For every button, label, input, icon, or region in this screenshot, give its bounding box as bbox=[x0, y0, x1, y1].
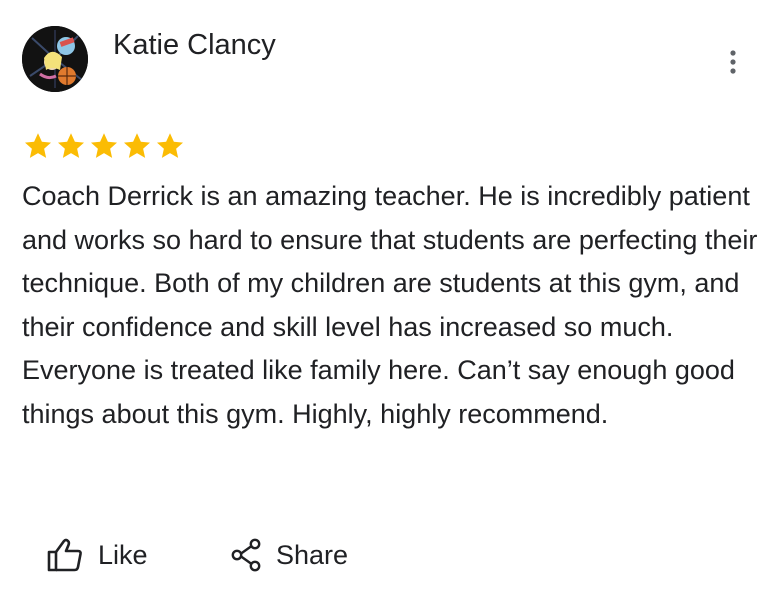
share-label: Share bbox=[276, 539, 349, 570]
share-icon bbox=[231, 538, 261, 572]
like-label: Like bbox=[98, 539, 148, 570]
star-icon bbox=[58, 133, 84, 158]
star-icon bbox=[157, 133, 183, 158]
star-icon bbox=[91, 133, 117, 158]
star-rating bbox=[22, 131, 186, 161]
avatar-image bbox=[22, 26, 88, 92]
reviewer-name[interactable]: Katie Clancy bbox=[113, 28, 276, 62]
more-vert-icon bbox=[730, 50, 736, 74]
thumb-up-icon bbox=[47, 538, 82, 572]
star-icon bbox=[25, 133, 51, 158]
review-text: Coach Derrick is an amazing teacher. He … bbox=[22, 181, 758, 429]
like-button[interactable]: Like bbox=[46, 532, 148, 578]
avatar[interactable] bbox=[22, 26, 88, 92]
more-options-button[interactable] bbox=[718, 42, 748, 82]
review-card: Katie Clancy Coach Derrick is an amazing… bbox=[0, 0, 779, 606]
share-button[interactable]: Share bbox=[230, 532, 348, 578]
star-icon bbox=[124, 133, 150, 158]
